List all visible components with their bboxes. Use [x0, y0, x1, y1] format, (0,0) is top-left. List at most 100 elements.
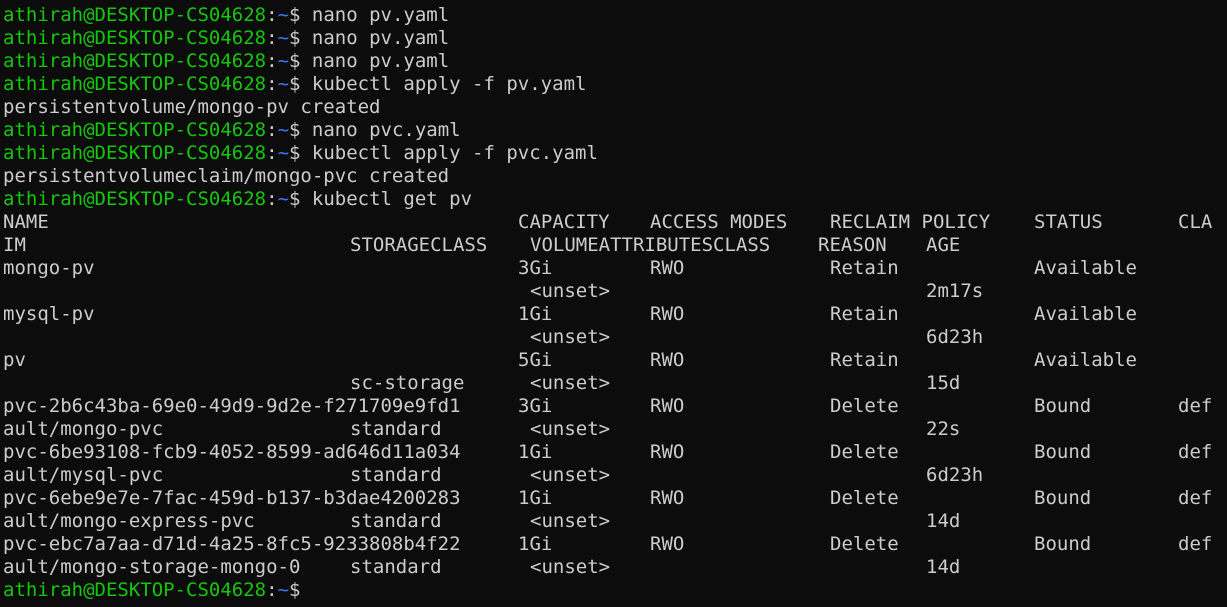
command-line: athirah@DESKTOP-CS04628:~$ nano pv.yaml [3, 4, 1227, 27]
cell-age: 6d23h [926, 464, 984, 486]
cell-reclaim: Retain [830, 257, 899, 279]
cell-age: 15d [926, 372, 961, 394]
prompt-user: athirah@DESKTOP-CS04628 [3, 73, 267, 95]
cell-capacity: 1Gi [518, 487, 553, 509]
prompt-symbol: $ [289, 27, 301, 49]
cell-name: ault/mongo-pvc [3, 418, 164, 440]
prompt-separator: : [266, 27, 278, 49]
command-line: athirah@DESKTOP-CS04628:~$ kubectl get p… [3, 188, 1227, 211]
cell-claim: def [1178, 395, 1213, 417]
cell-access: RWO [650, 395, 685, 417]
table-row-continuation: sc-storage <unset> 15d [3, 372, 1227, 395]
cell-status: Bound [1034, 533, 1092, 555]
cell-capacity: CAPACITY [518, 211, 610, 233]
cell-claim: def [1178, 533, 1213, 555]
cell-name: ault/mysql-pvc [3, 464, 164, 486]
cell-vac: <unset> [530, 326, 611, 348]
command-text: kubectl get pv [300, 188, 473, 210]
prompt-path: ~ [277, 119, 290, 141]
command-line: athirah@DESKTOP-CS04628:~$ nano pvc.yaml [3, 119, 1227, 142]
prompt-path: ~ [277, 142, 290, 164]
cell-reclaim: Retain [830, 349, 899, 371]
table-row-continuation: ault/mongo-pvc standard <unset> 22s [3, 418, 1227, 441]
cell-status: Bound [1034, 487, 1092, 509]
cell-storageclass: standard [350, 418, 442, 440]
cell-access: RWO [650, 533, 685, 555]
table-row-continuation: <unset> 6d23h [3, 326, 1227, 349]
cell-status: STATUS [1034, 211, 1103, 233]
table-header: NAME CAPACITY ACCESS MODES RECLAIM POLICY ST… [3, 211, 1227, 234]
prompt-separator: : [266, 142, 278, 164]
prompt-separator: : [266, 579, 278, 601]
table-row-continuation: ault/mongo-storage-mongo-0 standard <unset… [3, 556, 1227, 579]
prompt-path: ~ [277, 188, 290, 210]
cell-storageclass: standard [350, 510, 442, 532]
command-output: persistentvolume/mongo-pv created [3, 96, 1227, 119]
cell-access: RWO [650, 303, 685, 325]
cell-reclaim: RECLAIM POLICY [830, 211, 991, 233]
cell-capacity: 1Gi [518, 533, 553, 555]
prompt-separator: : [266, 50, 278, 72]
prompt-symbol: $ [289, 50, 301, 72]
cell-reclaim: Retain [830, 303, 899, 325]
cell-name: pvc-ebc7a7aa-d71d-4a25-8fc5-9233808b4f22 [3, 533, 461, 555]
cell-vac: <unset> [530, 280, 611, 302]
prompt-user: athirah@DESKTOP-CS04628 [3, 4, 267, 26]
cell-storageclass: sc-storage [350, 372, 465, 394]
command-text: nano pv.yaml [300, 27, 450, 49]
cell-vac: VOLUMEATTRIBUTESCLASS [530, 234, 771, 256]
current-prompt[interactable]: athirah@DESKTOP-CS04628:~$ [3, 579, 1227, 602]
cell-name: NAME [3, 211, 49, 233]
prompt-symbol: $ [289, 188, 301, 210]
cell-name: ault/mongo-storage-mongo-0 [3, 556, 301, 578]
cell-storageclass: standard [350, 556, 442, 578]
prompt-separator: : [266, 119, 278, 141]
terminal-window[interactable]: athirah@DESKTOP-CS04628:~$ nano pv.yaml a… [0, 0, 1227, 607]
cell-age: 6d23h [926, 326, 984, 348]
command-line: athirah@DESKTOP-CS04628:~$ nano pv.yaml [3, 50, 1227, 73]
cell-name: mongo-pv [3, 257, 95, 279]
prompt-user: athirah@DESKTOP-CS04628 [3, 579, 267, 601]
cell-age: AGE [926, 234, 961, 256]
prompt-user: athirah@DESKTOP-CS04628 [3, 142, 267, 164]
cell-vac: <unset> [530, 464, 611, 486]
table-row-continuation: ault/mysql-pvc standard <unset> 6d23h [3, 464, 1227, 487]
cell-name: pvc-6be93108-fcb9-4052-8599-ad646d11a034 [3, 441, 461, 463]
cell-storageclass: standard [350, 464, 442, 486]
command-line: athirah@DESKTOP-CS04628:~$ nano pv.yaml [3, 27, 1227, 50]
cell-claim: def [1178, 487, 1213, 509]
prompt-user: athirah@DESKTOP-CS04628 [3, 27, 267, 49]
cell-storageclass: STORAGECLASS [350, 234, 488, 256]
cell-vac: <unset> [530, 372, 611, 394]
cell-age: 2m17s [926, 280, 984, 302]
table-row: mysql-pv 1Gi RWO Retain Available [3, 303, 1227, 326]
table-row: pv 5Gi RWO Retain Available [3, 349, 1227, 372]
cell-claim: def [1178, 441, 1213, 463]
command-output: persistentvolumeclaim/mongo-pvc created [3, 165, 1227, 188]
prompt-user: athirah@DESKTOP-CS04628 [3, 50, 267, 72]
command-line: athirah@DESKTOP-CS04628:~$ kubectl apply… [3, 142, 1227, 165]
command-text: kubectl apply -f pv.yaml [300, 73, 587, 95]
prompt-separator: : [266, 4, 278, 26]
command-line: athirah@DESKTOP-CS04628:~$ kubectl apply… [3, 73, 1227, 96]
cell-capacity: 1Gi [518, 303, 553, 325]
cell-age: 22s [926, 418, 961, 440]
table-row: mongo-pv 3Gi RWO Retain Available [3, 257, 1227, 280]
table-row: pvc-6be93108-fcb9-4052-8599-ad646d11a034… [3, 441, 1227, 464]
command-text: nano pv.yaml [300, 4, 450, 26]
cell-status: Available [1034, 349, 1137, 371]
cell-vac: <unset> [530, 510, 611, 532]
prompt-separator: : [266, 73, 278, 95]
output-text: persistentvolumeclaim/mongo-pvc created [3, 165, 450, 187]
table-row-continuation: ault/mongo-express-pvc standard <unset> 14d [3, 510, 1227, 533]
cell-reclaim: Delete [830, 533, 899, 555]
cell-name: pv [3, 349, 26, 371]
cell-access: RWO [650, 487, 685, 509]
terminal-output: athirah@DESKTOP-CS04628:~$ nano pv.yaml a… [3, 4, 1227, 602]
cell-status: Bound [1034, 395, 1092, 417]
output-text: persistentvolume/mongo-pv created [3, 96, 381, 118]
cell-capacity: 1Gi [518, 441, 553, 463]
command-text: kubectl apply -f pvc.yaml [300, 142, 598, 164]
cell-status: Bound [1034, 441, 1092, 463]
cell-age: 14d [926, 556, 961, 578]
